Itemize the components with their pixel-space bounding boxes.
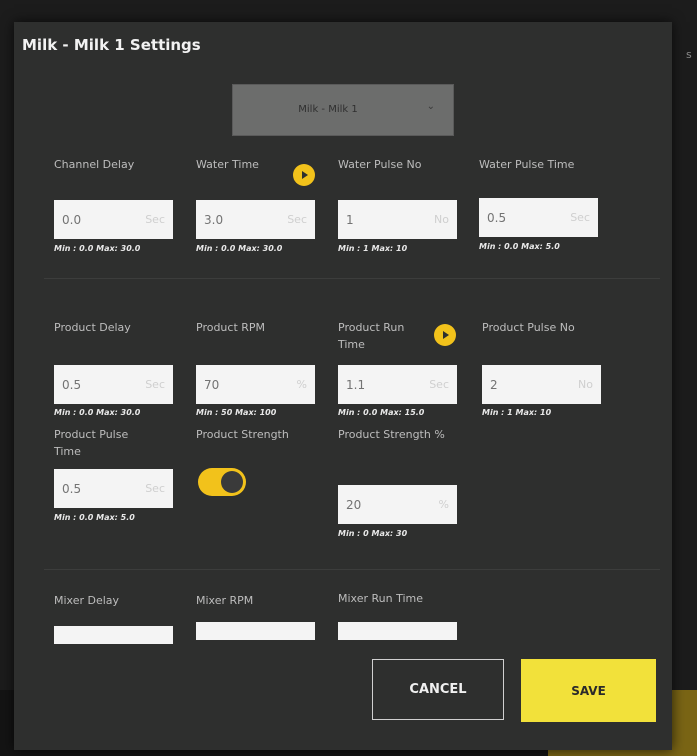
- range-hint: Min : 50 Max: 100: [196, 408, 277, 417]
- field-channel-delay: Channel Delay: [54, 156, 184, 173]
- input-value: 0.5: [62, 377, 82, 392]
- input-value: 0.5: [487, 210, 507, 225]
- mixer-run-time-input[interactable]: [338, 622, 457, 640]
- field-label: Product Pulse Time: [54, 428, 129, 458]
- input-unit: Sec: [145, 213, 165, 226]
- section-divider: [44, 569, 660, 570]
- field-label: Product Delay: [54, 321, 131, 334]
- input-value: 70: [204, 377, 220, 392]
- field-label: Channel Delay: [54, 158, 135, 171]
- field-mixer-run-time: Mixer Run Time: [338, 590, 468, 607]
- input-unit: %: [296, 378, 307, 391]
- field-product-pulse-no: Product Pulse No: [482, 319, 612, 336]
- settings-scroll-area[interactable]: Milk - Milk 1 Settings Milk - Milk 1 ⌄ C…: [14, 22, 672, 644]
- field-label: Product RPM: [196, 321, 266, 334]
- field-product-rpm: Product RPM: [196, 319, 326, 336]
- input-unit: No: [434, 213, 449, 226]
- input-unit: Sec: [287, 213, 307, 226]
- input-unit: %: [438, 498, 449, 511]
- channel-selector[interactable]: Milk - Milk 1 ⌄: [232, 84, 454, 136]
- range-hint: Min : 0 Max: 30: [338, 529, 408, 538]
- field-label: Product Strength: [196, 428, 289, 441]
- product-rpm-input[interactable]: 70 %: [196, 365, 315, 404]
- input-unit: Sec: [570, 211, 590, 224]
- channel-selector-value: Milk - Milk 1: [298, 104, 358, 115]
- field-water-pulse-no: Water Pulse No: [338, 156, 468, 173]
- range-hint: Min : 0.0 Max: 30.0: [54, 244, 141, 253]
- background-text: s: [686, 48, 692, 61]
- range-hint: Min : 1 Max: 10: [338, 244, 408, 253]
- field-product-strength: Product Strength: [196, 426, 336, 443]
- field-label: Mixer Run Time: [338, 592, 424, 605]
- field-water-pulse-time: Water Pulse Time: [479, 156, 575, 173]
- product-delay-input[interactable]: 0.5 Sec: [54, 365, 173, 404]
- input-unit: Sec: [145, 482, 165, 495]
- range-hint: Min : 0.0 Max: 5.0: [54, 513, 135, 522]
- product-pulse-no-input[interactable]: 2 No: [482, 365, 601, 404]
- range-hint: Min : 0.0 Max: 5.0: [479, 242, 560, 251]
- play-info-icon[interactable]: [293, 164, 315, 186]
- input-value: 2: [490, 377, 498, 392]
- toggle-knob: [221, 471, 243, 493]
- input-unit: No: [578, 378, 593, 391]
- settings-dialog: Milk - Milk 1 Settings Milk - Milk 1 ⌄ C…: [14, 22, 672, 750]
- product-run-time-input[interactable]: 1.1 Sec: [338, 365, 457, 404]
- field-product-delay: Product Delay: [54, 319, 184, 336]
- field-product-strength-percent: Product Strength %: [338, 426, 464, 443]
- mixer-rpm-input[interactable]: [196, 622, 315, 640]
- field-product-run-time: Product Run Time: [338, 319, 428, 353]
- cancel-button[interactable]: CANCEL: [372, 659, 504, 720]
- water-time-input[interactable]: 3.0 Sec: [196, 200, 315, 239]
- field-product-pulse-time: Product Pulse Time: [54, 426, 154, 460]
- field-label: Water Pulse No: [338, 158, 422, 171]
- channel-delay-input[interactable]: 0.0 Sec: [54, 200, 173, 239]
- field-label: Water Pulse Time: [479, 158, 575, 171]
- field-label: Mixer RPM: [196, 594, 254, 607]
- range-hint: Min : 0.0 Max: 15.0: [338, 408, 425, 417]
- mixer-delay-input[interactable]: [54, 626, 173, 644]
- field-mixer-rpm: Mixer RPM: [196, 592, 326, 609]
- input-unit: Sec: [145, 378, 165, 391]
- input-value: 0.5: [62, 481, 82, 496]
- range-hint: Min : 0.0 Max: 30.0: [196, 244, 283, 253]
- save-button[interactable]: SAVE: [521, 659, 656, 722]
- range-hint: Min : 1 Max: 10: [482, 408, 552, 417]
- input-unit: Sec: [429, 378, 449, 391]
- water-pulse-no-input[interactable]: 1 No: [338, 200, 457, 239]
- input-value: 3.0: [204, 212, 224, 227]
- field-mixer-delay: Mixer Delay: [54, 592, 184, 609]
- water-pulse-time-input[interactable]: 0.5 Sec: [479, 198, 598, 237]
- field-label: Product Pulse No: [482, 321, 575, 334]
- product-strength-percent-input[interactable]: 20 %: [338, 485, 457, 524]
- field-label: Product Strength %: [338, 428, 445, 441]
- product-strength-toggle[interactable]: [198, 468, 246, 496]
- input-value: 0.0: [62, 212, 82, 227]
- field-label: Mixer Delay: [54, 594, 120, 607]
- field-label: Product Run Time: [338, 321, 405, 351]
- range-hint: Min : 0.0 Max: 30.0: [54, 408, 141, 417]
- input-value: 1: [346, 212, 354, 227]
- input-value: 1.1: [346, 377, 366, 392]
- chevron-down-icon: ⌄: [426, 101, 435, 112]
- product-pulse-time-input[interactable]: 0.5 Sec: [54, 469, 173, 508]
- input-value: 20: [346, 497, 362, 512]
- play-info-icon[interactable]: [434, 324, 456, 346]
- dialog-title: Milk - Milk 1 Settings: [22, 36, 201, 54]
- section-divider: [44, 278, 660, 279]
